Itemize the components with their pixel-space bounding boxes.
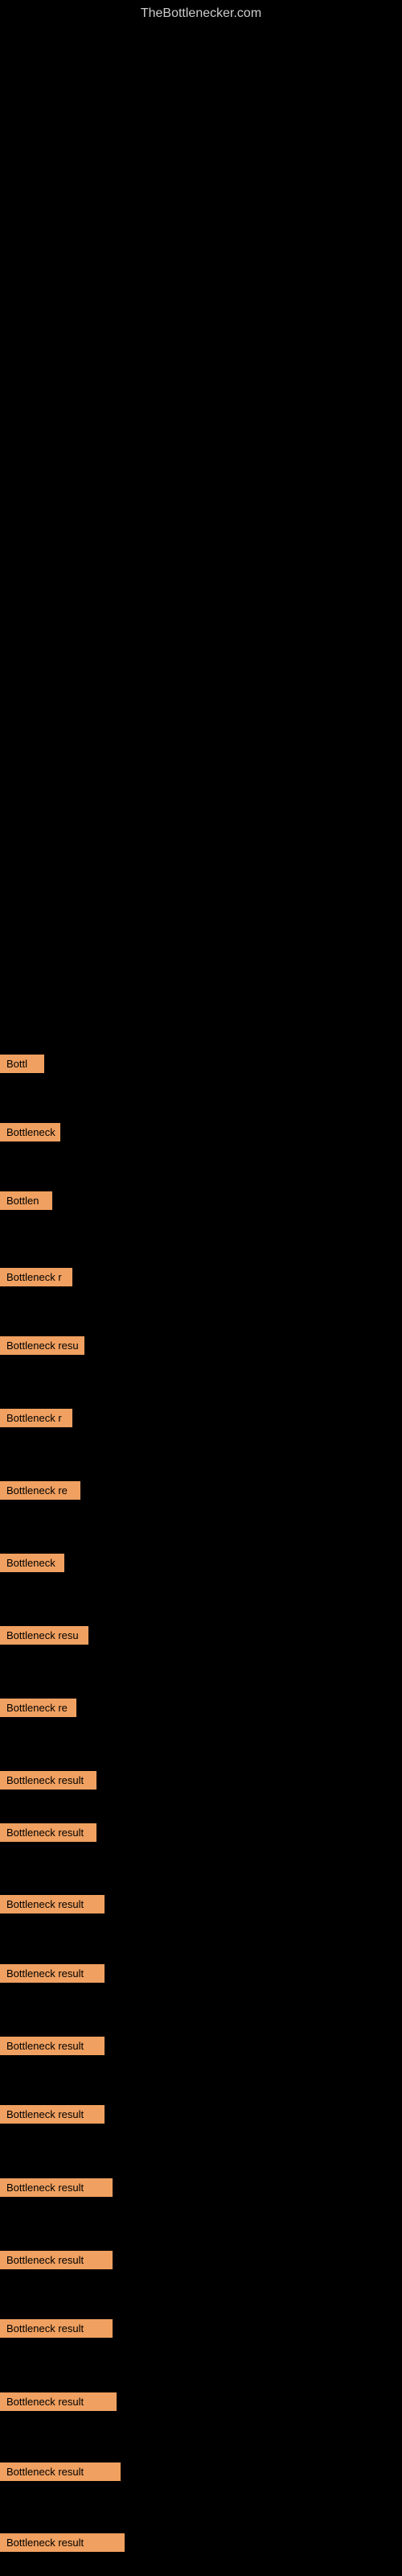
bottleneck-result-item: Bottleneck result: [0, 1964, 105, 1983]
bottleneck-result-item: Bottlen: [0, 1191, 52, 1210]
bottleneck-result-item: Bottleneck result: [0, 2178, 113, 2197]
bottleneck-result-item: Bottleneck re: [0, 1481, 80, 1500]
bottleneck-result-item: Bottleneck result: [0, 1771, 96, 1790]
bottleneck-result-item: Bottleneck result: [0, 2037, 105, 2055]
bottleneck-result-item: Bottleneck result: [0, 2533, 125, 2552]
bottleneck-result-item: Bottleneck re: [0, 1699, 76, 1717]
bottleneck-result-item: Bottleneck result: [0, 2462, 121, 2481]
bottleneck-result-item: Bottleneck resu: [0, 1626, 88, 1645]
bottleneck-result-item: Bottleneck result: [0, 2319, 113, 2338]
bottleneck-result-item: Bottleneck result: [0, 2392, 117, 2411]
bottleneck-result-item: Bottleneck result: [0, 2105, 105, 2124]
bottleneck-result-item: Bottleneck r: [0, 1268, 72, 1286]
bottleneck-result-item: Bottleneck: [0, 1554, 64, 1572]
site-title: TheBottlenecker.com: [0, 0, 402, 21]
bottleneck-result-item: Bottleneck result: [0, 1823, 96, 1842]
bottleneck-result-item: Bottleneck resu: [0, 1336, 84, 1355]
bottleneck-result-item: Bottleneck result: [0, 1895, 105, 1913]
bottleneck-result-item: Bottl: [0, 1055, 44, 1073]
bottleneck-result-item: Bottleneck r: [0, 1409, 72, 1427]
bottleneck-result-item: Bottleneck result: [0, 2251, 113, 2269]
bottleneck-result-item: Bottleneck: [0, 1123, 60, 1141]
